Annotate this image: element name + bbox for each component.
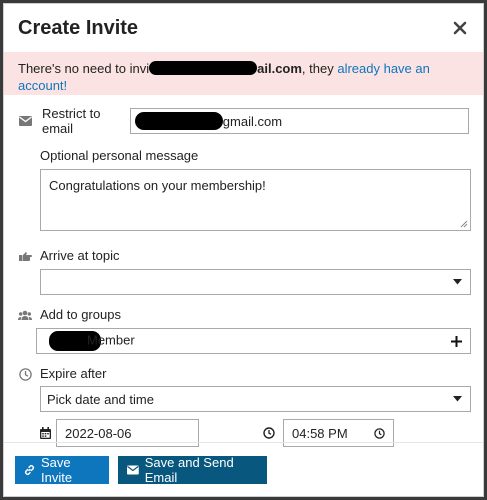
groups-tag-suffix: Member (87, 332, 135, 348)
expire-label: Expire after (40, 366, 107, 381)
date-value: 2022-08-06 (65, 425, 132, 441)
groups-input[interactable]: Member (36, 328, 471, 354)
existing-account-alert: There's no need to invi ail.com, they alr… (4, 52, 483, 95)
link-icon (24, 464, 35, 475)
resize-handle-icon[interactable] (460, 220, 468, 228)
redacted-email (149, 61, 258, 75)
create-invite-modal: Create Invite There's no need to invi ail… (3, 3, 484, 497)
restrict-row: Restrict to email gmail.com (18, 106, 469, 136)
alert-domain: ail.com (257, 61, 302, 76)
restrict-label: Restrict to email (42, 106, 101, 136)
topic-select[interactable] (40, 269, 471, 295)
groups-label: Add to groups (40, 307, 121, 322)
time-clock-icon (263, 427, 283, 439)
caret-down-icon (453, 279, 462, 285)
clock-icon (18, 367, 32, 381)
hand-pointer-icon (18, 249, 32, 263)
calendar-icon (40, 427, 56, 439)
groups-tag[interactable]: Member (49, 331, 135, 351)
save-invite-button[interactable]: Save Invite (15, 454, 109, 485)
caret-down-icon (453, 396, 462, 402)
modal-title: Create Invite (18, 16, 139, 39)
topic-label: Arrive at topic (40, 248, 120, 263)
redacted-email-value (134, 112, 223, 130)
modal-footer: Save Invite Save and Send Email (4, 442, 483, 496)
close-icon (453, 21, 467, 35)
envelope-icon (18, 114, 32, 128)
save-send-email-button[interactable]: Save and Send Email (118, 454, 267, 485)
groups-label-row: Add to groups (18, 307, 469, 323)
modal-body: Restrict to email gmail.com Optional per… (4, 106, 483, 447)
envelope-icon (127, 464, 139, 475)
restrict-email-suffix: gmail.com (222, 113, 283, 129)
users-icon (18, 308, 32, 322)
message-textarea[interactable]: Congratulations on your membership! (40, 169, 471, 231)
time-picker-icon[interactable] (374, 427, 385, 439)
expire-value: Pick date and time (47, 391, 154, 407)
save-send-email-label: Save and Send Email (144, 454, 234, 485)
restrict-email-input[interactable]: gmail.com (129, 108, 469, 134)
expire-label-row: Expire after (18, 366, 469, 382)
modal-header: Create Invite (4, 4, 483, 52)
message-label: Optional personal message (40, 148, 199, 163)
alert-text-before: There's no need to invi (18, 61, 150, 76)
close-button[interactable] (451, 19, 469, 37)
topic-label-row: Arrive at topic (18, 248, 469, 264)
expire-select[interactable]: Pick date and time (40, 386, 471, 412)
save-invite-label: Save Invite (41, 454, 73, 485)
alert-text-middle: , they (301, 61, 338, 76)
time-value: 04:58 PM (292, 425, 348, 441)
plus-icon[interactable] (451, 335, 462, 347)
message-value: Congratulations on your membership! (49, 178, 266, 193)
